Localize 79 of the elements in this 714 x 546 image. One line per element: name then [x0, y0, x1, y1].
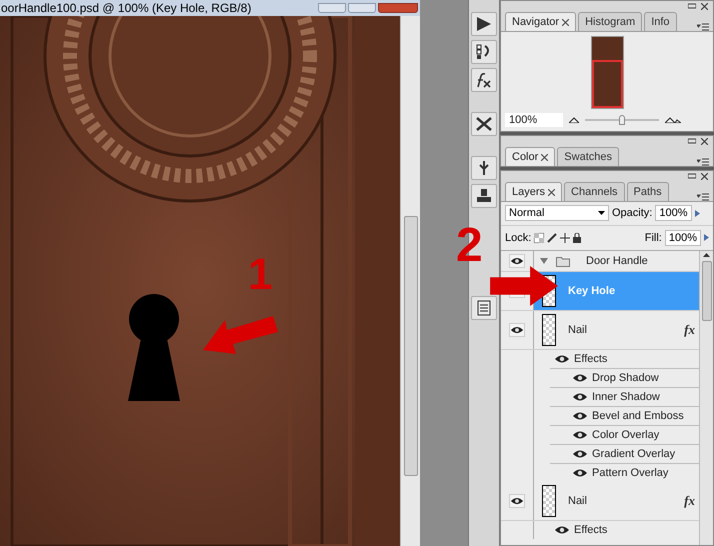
effect-row[interactable]: Gradient Overlay [550, 444, 699, 463]
zoom-in-icon[interactable] [665, 117, 681, 123]
eye-icon [510, 256, 524, 266]
layer-thumbnail [542, 314, 556, 346]
minimize-icon[interactable] [688, 173, 696, 179]
scroll-thumb[interactable] [404, 216, 418, 476]
layer-row[interactable]: Nail fx [534, 311, 699, 349]
tools-icon[interactable] [475, 116, 493, 132]
eye-icon [572, 430, 588, 440]
fill-field[interactable]: 100% [664, 230, 701, 246]
eye-icon [510, 325, 524, 335]
opacity-field[interactable]: 100% [655, 205, 692, 222]
panel-tab[interactable]: Layers [505, 182, 562, 201]
arrow-right-icon[interactable] [694, 210, 700, 217]
panel-tab[interactable]: Channels [564, 182, 625, 201]
eye-icon [572, 449, 588, 459]
caret-icon [598, 211, 605, 216]
zoom-slider[interactable] [585, 115, 659, 125]
brush-icon[interactable] [547, 232, 558, 243]
eye-icon [572, 373, 588, 383]
eye-icon [572, 411, 588, 421]
eye-icon [572, 392, 588, 402]
layer-thumbnail [542, 485, 556, 517]
expand-triangle-icon[interactable] [540, 258, 548, 264]
minimize-icon[interactable] [688, 3, 696, 9]
scroll-up-icon[interactable] [703, 253, 710, 257]
move-icon[interactable] [560, 232, 570, 243]
eye-icon [572, 468, 588, 478]
minimize-icon[interactable] [688, 138, 696, 144]
effects-row[interactable]: Effects [534, 350, 699, 368]
view-box[interactable] [592, 60, 622, 108]
panel-menu-icon[interactable] [697, 158, 709, 166]
eye-icon [510, 496, 524, 506]
close-icon[interactable] [701, 172, 708, 180]
panel-tab[interactable]: Navigator [505, 12, 576, 31]
fx-label[interactable]: fx [684, 320, 695, 340]
close-icon[interactable] [701, 138, 708, 144]
layer-row[interactable]: Nail fx [534, 482, 699, 520]
fx-icon[interactable] [475, 72, 493, 88]
checkerboard-icon[interactable] [534, 232, 544, 243]
zoom-out-icon[interactable] [569, 117, 579, 123]
panel-tab[interactable]: Paths [626, 182, 669, 201]
fill-label: Fill: [644, 230, 662, 246]
arrow-right-icon[interactable] [704, 234, 709, 242]
blend-mode-dropdown[interactable]: Normal [505, 205, 609, 222]
scroll-thumb[interactable] [702, 261, 712, 321]
eye-icon [554, 525, 570, 535]
close-icon[interactable] [541, 154, 548, 160]
close-icon[interactable] [562, 18, 570, 26]
panel-menu-icon[interactable] [697, 23, 709, 31]
panel-tab[interactable]: Color [505, 147, 556, 166]
fx-label[interactable]: fx [684, 491, 695, 511]
layers-scrollbar[interactable] [699, 251, 713, 545]
folder-icon [556, 256, 570, 266]
panel-tab[interactable]: Info [644, 12, 677, 31]
panel-menu-icon[interactable] [697, 193, 709, 201]
eye-icon [554, 354, 570, 364]
panel-tab[interactable]: Swatches [557, 147, 619, 166]
effect-row[interactable]: Pattern Overlay [550, 463, 699, 482]
annotation-number: 1 [248, 253, 272, 297]
stamp-icon[interactable] [475, 188, 493, 204]
effects-row[interactable]: Effects [534, 521, 699, 539]
effect-row[interactable]: Inner Shadow [550, 387, 699, 406]
play-icon[interactable] [475, 16, 493, 32]
vertical-scrollbar[interactable] [400, 16, 420, 546]
panel-tab[interactable]: Histogram [578, 12, 642, 31]
close-icon[interactable] [701, 2, 708, 10]
opacity-label: Opacity: [612, 206, 652, 221]
effect-row[interactable]: Drop Shadow [550, 368, 699, 387]
zoom-field[interactable]: 100% [505, 113, 563, 127]
close-icon[interactable] [548, 188, 556, 196]
annotation-number: 2 [456, 222, 483, 270]
window-title: oorHandle100.psd @ 100% (Key Hole, RGB/8) [0, 0, 252, 16]
effect-row[interactable]: Bevel and Emboss [550, 406, 699, 425]
effect-row[interactable]: Color Overlay [550, 425, 699, 444]
lock-icon[interactable] [573, 232, 582, 243]
lock-label: Lock: [505, 230, 532, 246]
layer-row[interactable]: Door Handle [534, 251, 699, 271]
document-icon[interactable] [475, 300, 493, 316]
